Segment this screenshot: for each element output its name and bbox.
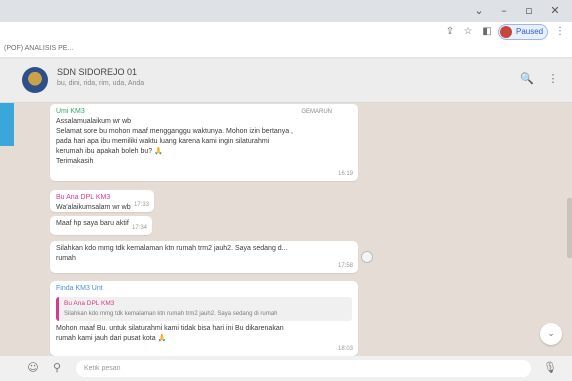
quoted-message[interactable]: Bu Ana DPL KM3 Silahkan kdo mmg tdk kema… <box>56 297 352 321</box>
message-composer: ☺ ⚲ 🎙 <box>0 356 572 381</box>
message-bubble[interactable]: Maaf hp saya baru aktif 17:34 <box>50 216 152 235</box>
search-icon[interactable]: 🔍 <box>520 72 534 86</box>
quoted-sender: Bu Ana DPL KM3 <box>64 300 115 307</box>
minimize-button[interactable]: – <box>494 3 514 19</box>
message-time: 16:19 <box>337 171 353 177</box>
browser-menu-icon[interactable]: ⋮ <box>553 25 567 39</box>
message-bubble[interactable]: Bu Ana DPL KM3 Wa'alaikumsalam wr wb 17:… <box>50 190 154 212</box>
praying-hands-icon: 🙏 <box>154 148 163 155</box>
group-avatar[interactable] <box>22 67 48 93</box>
bookmark-item[interactable]: (POF) ANALISIS PE... <box>4 45 73 52</box>
star-icon[interactable]: ☆ <box>461 25 475 39</box>
message-time: 17:58 <box>337 263 353 269</box>
scroll-down-button[interactable]: ⌄ <box>540 323 562 345</box>
message-input[interactable] <box>76 360 531 377</box>
quoted-text: Silahkan kdo mmg tdk kemalaman ktn rumah… <box>64 311 278 317</box>
chevron-down-icon[interactable]: ⌄ <box>469 3 489 19</box>
browser-titlebar: ⌄ – ▫ ✕ <box>0 0 572 22</box>
sidebar-icon[interactable]: ◧ <box>480 25 494 39</box>
message-time: 17:34 <box>131 225 147 231</box>
message-text: Silahkan kdo mmg tdk kemalaman ktn rumah… <box>56 245 288 252</box>
conversation-panel[interactable]: Umi KM3 GEMARUN Assalamualaikum wr wb Se… <box>0 103 572 356</box>
forward-button[interactable] <box>361 251 373 263</box>
message-text: Terimakasih <box>56 158 94 165</box>
profile-status-label: Paused <box>516 27 544 36</box>
microphone-icon[interactable]: 🎙 <box>543 361 557 375</box>
message-text: Mohon maaf Bu. untuk silaturahmi kami ti… <box>56 325 284 332</box>
bookmarks-bar: (POF) ANALISIS PE... <box>0 42 572 58</box>
chat-members: bu, dini, rida, rim, uda, Anda <box>57 80 145 87</box>
message-text: kerumah ibu apakah boleh bu? 🙏 <box>56 147 352 157</box>
message-text: rumah kami jauh dari pusat kota 🙏 <box>56 334 352 344</box>
attach-icon[interactable]: ⚲ <box>50 361 64 375</box>
emoji-icon[interactable]: ☺ <box>26 361 40 375</box>
message-text: rumah <box>56 255 76 262</box>
maximize-button[interactable]: ▫ <box>519 3 539 19</box>
message-sender[interactable]: Finda KM3 Unt <box>56 284 352 294</box>
message-bubble[interactable]: Silahkan kdo mmg tdk kemalaman ktn rumah… <box>50 241 358 273</box>
message-bubble[interactable]: Umi KM3 GEMARUN Assalamualaikum wr wb Se… <box>50 104 358 181</box>
browser-toolbar: ⇪ ☆ ◧ Paused ⋮ <box>0 22 572 42</box>
message-time: 18:03 <box>337 346 353 352</box>
avatar <box>500 26 512 38</box>
chat-menu-icon[interactable]: ⋮ <box>546 72 560 86</box>
chat-header[interactable]: SDN SIDOREJO 01 bu, dini, rida, rim, uda… <box>0 59 572 103</box>
scrollbar[interactable] <box>567 198 572 258</box>
profile-button[interactable]: Paused <box>498 24 548 40</box>
message-text: Assalamualaikum wr wb <box>56 118 132 125</box>
message-time: 17:33 <box>133 202 149 208</box>
message-text: pada hari apa ibu memiliki waktu luang k… <box>56 138 270 145</box>
message-bubble[interactable]: Finda KM3 Unt Bu Ana DPL KM3 Silahkan kd… <box>50 281 358 356</box>
message-text: Selamat sore bu mohon maaf mengganggu wa… <box>56 128 293 135</box>
message-phone: GEMARUN <box>301 109 332 115</box>
side-accent <box>0 103 14 146</box>
message-text-part: kerumah ibu apakah boleh bu? <box>56 148 153 155</box>
close-button[interactable]: ✕ <box>545 3 565 19</box>
chat-title[interactable]: SDN SIDOREJO 01 <box>57 67 137 77</box>
praying-hands-icon: 🙏 <box>157 335 167 342</box>
share-icon[interactable]: ⇪ <box>443 25 457 39</box>
message-text-part: rumah kami jauh dari pusat kota <box>56 335 156 342</box>
